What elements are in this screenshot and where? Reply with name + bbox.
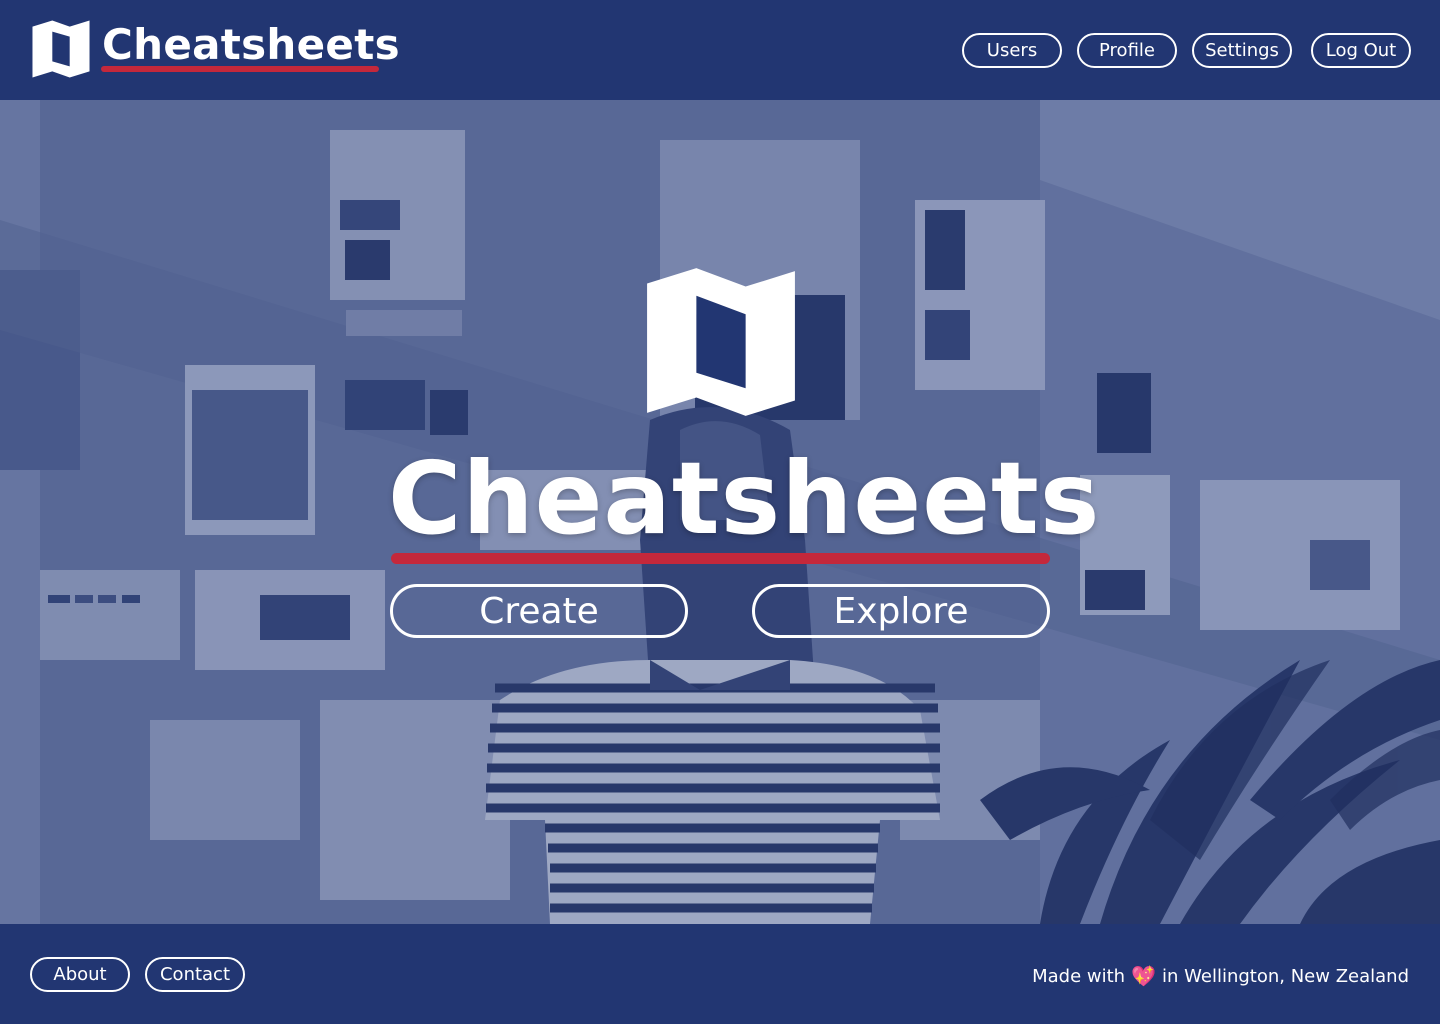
- folded-map-icon: [32, 20, 90, 78]
- brand[interactable]: Cheatsheets: [30, 18, 400, 80]
- top-navbar: Cheatsheets Users Profile Settings Log O…: [0, 0, 1440, 100]
- explore-button[interactable]: Explore: [752, 584, 1050, 638]
- sparkling-heart-icon: 💖: [1131, 964, 1156, 988]
- credit-suffix: in Wellington, New Zealand: [1162, 965, 1409, 987]
- hero-section: Cheatsheets Create Explore: [0, 100, 1440, 924]
- brand-name: Cheatsheets: [102, 20, 400, 69]
- logout-button[interactable]: Log Out: [1311, 33, 1411, 68]
- brand-underline: [101, 66, 379, 72]
- footer-credit: Made with 💖 in Wellington, New Zealand: [1032, 964, 1409, 988]
- folded-map-icon: [647, 268, 795, 416]
- credit-prefix: Made with: [1032, 965, 1126, 987]
- users-button[interactable]: Users: [962, 33, 1062, 68]
- footer: About Contact Made with 💖 in Wellington,…: [0, 924, 1440, 1024]
- contact-button[interactable]: Contact: [145, 957, 245, 992]
- settings-button[interactable]: Settings: [1192, 33, 1292, 68]
- about-button[interactable]: About: [30, 957, 130, 992]
- profile-button[interactable]: Profile: [1077, 33, 1177, 68]
- create-button[interactable]: Create: [390, 584, 688, 638]
- hero-title-underline: [391, 553, 1050, 564]
- hero-title: Cheatsheets: [388, 440, 1101, 557]
